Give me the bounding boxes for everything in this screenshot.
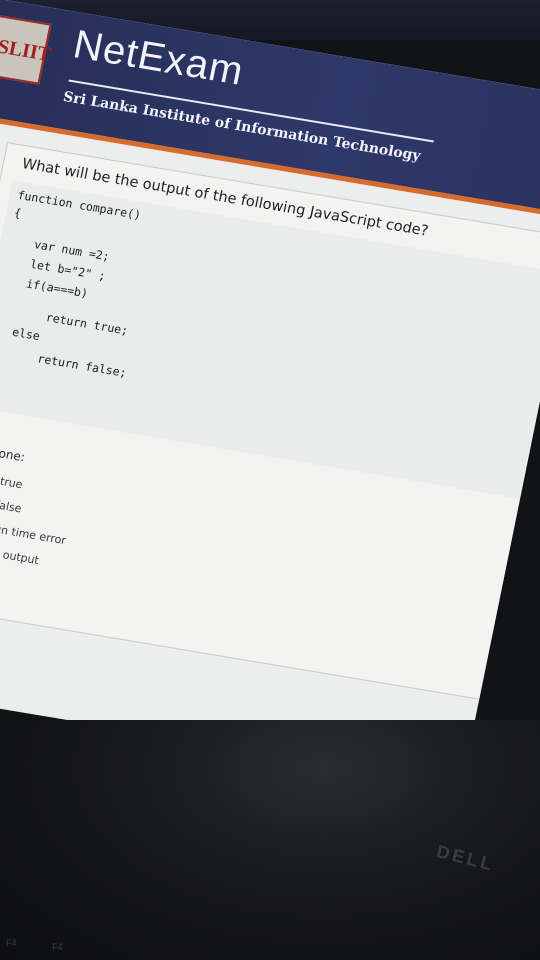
screen: SLIIT NetExam Sri Lanka Institute of Inf…	[0, 0, 540, 786]
institute-logo: SLIIT	[0, 14, 53, 85]
code-line: return true;	[44, 310, 130, 338]
code-line: {	[12, 205, 23, 221]
option-label: a. true	[0, 473, 24, 492]
option-label: d. no output	[0, 543, 41, 567]
option-label: c. run time error	[0, 520, 68, 548]
keyboard-key-label: F4	[52, 942, 63, 952]
option-label: b. false	[0, 496, 23, 516]
code-line: function compare()	[16, 187, 143, 223]
keyboard-key-label: F4	[6, 938, 17, 948]
question-panel: What will be the output of the following…	[0, 142, 540, 701]
institute-name: Sri Lanka Institute of Information Techn…	[61, 88, 422, 165]
code-block: function compare() { var num =2; let b="…	[0, 180, 540, 499]
monitor-bezel-bottom	[0, 720, 540, 960]
code-line: return false;	[36, 351, 128, 380]
option-a[interactable]: a. true	[0, 464, 25, 494]
code-line: if(a===b)	[24, 276, 90, 301]
select-one-label: Select one:	[0, 439, 27, 465]
code-line: else	[11, 324, 42, 344]
logo-text: SLIIT	[0, 35, 53, 66]
